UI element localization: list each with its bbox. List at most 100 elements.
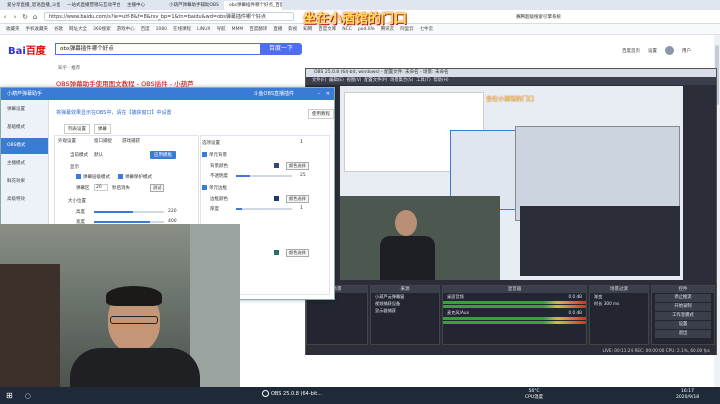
right-tab-label[interactable]: 赛腾超级搜索引擎系统 [516, 14, 561, 20]
bookmark-item[interactable]: 收藏夹 [6, 26, 20, 32]
minimize-icon[interactable]: – [318, 88, 321, 100]
subtab[interactable]: 列表设置 [64, 124, 90, 134]
border-width-slider[interactable] [236, 208, 292, 210]
scroll-seconds-input[interactable]: 20 [94, 184, 108, 191]
bookmark-item[interactable]: 直播 [273, 26, 282, 32]
subtabs: 列表设置 弹幕 [64, 124, 113, 134]
back-icon[interactable]: ‹ [0, 13, 10, 21]
stop-stream-button[interactable]: 停止推流 [655, 294, 711, 302]
bookmark-item[interactable]: LINUX [197, 27, 211, 32]
settings-button[interactable]: 设置 [655, 321, 711, 329]
menu-item[interactable]: 视图(V) [347, 78, 362, 83]
panel-title: 场景过渡 [590, 286, 648, 293]
pick-color-button[interactable]: 颜色选择 [286, 249, 309, 257]
subtab[interactable]: 弹幕 [93, 124, 111, 134]
source-item[interactable]: 视频捕获设备 [371, 300, 439, 307]
menu-item[interactable]: 编辑(E) [329, 78, 344, 83]
logo-text-cn: 百度 [25, 46, 46, 57]
opacity-label: 不透明度 [210, 174, 228, 179]
sidebar-item[interactable]: 基础模式 [1, 120, 48, 136]
menu-item[interactable]: 场景集合(S) [390, 78, 413, 83]
opacity-slider[interactable] [236, 175, 292, 177]
start-recording-button[interactable]: 开始录制 [655, 303, 711, 311]
exit-button[interactable]: 退出 [655, 330, 711, 338]
option[interactable]: 窗口捕捉 [94, 138, 112, 144]
studio-mode-button[interactable]: 工作室模式 [655, 312, 711, 320]
sidebar-item-obs[interactable]: OBS模式 [1, 138, 48, 154]
source-item[interactable]: 显示器捕获 [371, 307, 439, 314]
sidebar-item[interactable]: 主播模式 [1, 156, 48, 172]
avatar[interactable] [665, 46, 674, 55]
close-icon[interactable]: ✕ [326, 88, 330, 100]
username-link[interactable]: 用户 [682, 48, 691, 54]
border-checkbox[interactable]: 单元边框 [202, 185, 227, 191]
test-button[interactable]: 测试 [150, 184, 165, 192]
mode-value[interactable]: 默认 [94, 152, 103, 158]
browser-tab[interactable]: 主播中心 [122, 1, 150, 10]
bookmark-item[interactable]: 游戏中心 [117, 26, 135, 32]
bookmark-item[interactable]: 手机收藏夹 [26, 26, 49, 32]
bookmark-item[interactable]: pod.life [358, 27, 375, 32]
browser-tab[interactable]: 一站式直播营销与互动平台 [62, 1, 120, 10]
bookmark-item[interactable]: 百度翻译 [249, 26, 267, 32]
bookmark-item[interactable]: 360搜索 [93, 26, 111, 32]
option[interactable]: 游戏捕获 [122, 138, 140, 144]
duration-field[interactable]: 时长 300 ms [590, 300, 648, 307]
browser-tab[interactable]: 小葫芦弹幕助手辅助OBS [164, 1, 222, 10]
pick-color-button[interactable]: 颜色选择 [286, 162, 309, 170]
bookmark-item[interactable]: MMM [232, 27, 244, 32]
browser-tab[interactable] [152, 1, 162, 10]
obs-taskbar-item[interactable]: OBS 25.0.8 (64-bit... [262, 390, 322, 397]
sidebar-item[interactable]: 高级特效 [1, 192, 48, 208]
mode-radio[interactable]: 弹幕保护模式 [118, 174, 152, 180]
forward-icon[interactable]: › [10, 13, 20, 21]
obs-task-label: OBS 25.0.8 (64-bit... [271, 390, 322, 397]
menu-item[interactable]: 配置文件(P) [364, 78, 387, 83]
apply-template-button[interactable]: 应用模板 [150, 151, 176, 159]
bookmark-item[interactable]: 七牛云 [420, 26, 434, 32]
bookmark-item[interactable]: 影视 [288, 26, 297, 32]
browser-tab[interactable]: 爱分享直播_思语直播_斗鱼直播 [2, 1, 60, 10]
source-item[interactable]: 小葫芦云弹幕窗 [371, 293, 439, 300]
opacity-value: 25 [300, 173, 306, 178]
mixer-channel-name: 麦克风/Aux 0.0 dB [447, 310, 582, 315]
sidebar-item[interactable]: 弹幕设置 [1, 102, 48, 118]
search-input[interactable]: obs弹幕插件哪个好点 [55, 43, 260, 55]
obs-title: OBS 25.0.8 (64-bit, windows) - 配置文件: 未命名… [306, 69, 716, 77]
section-title: 外观设置 [58, 139, 76, 144]
bookmark-item[interactable]: 谷歌 [54, 26, 63, 32]
pick-color-button[interactable]: 颜色选择 [286, 195, 309, 203]
menu-item[interactable]: 帮助(H) [433, 78, 448, 83]
bookmark-item[interactable]: NCC [342, 27, 352, 32]
settings-link[interactable]: 设置 [648, 48, 657, 54]
homepage-link[interactable]: 百度首页 [622, 48, 640, 54]
glasses [110, 316, 158, 324]
bookmark-item[interactable]: 1080 [156, 27, 167, 32]
sidebar-item[interactable]: 鲜花效果 [1, 174, 48, 190]
search-icon[interactable]: ○ [25, 392, 31, 400]
section-title: 选项设置 [202, 141, 220, 146]
bookmark-item[interactable]: 百度 [141, 26, 150, 32]
refresh-icon[interactable]: ↻ [20, 13, 30, 21]
start-icon[interactable]: ⊞ [6, 391, 13, 400]
mode-radio[interactable]: 弹幕层级模式 [76, 174, 110, 180]
obs-icon [262, 390, 269, 397]
tutorial-button[interactable]: 使用教程 [308, 109, 334, 119]
menu-item[interactable]: 文件(F) [312, 78, 326, 83]
bookmark-item[interactable]: 导航 [217, 26, 226, 32]
transition-select[interactable]: 渐变 [590, 293, 648, 300]
menu-item[interactable]: 工具(T) [416, 78, 431, 83]
bookmark-item[interactable]: 在线课程 [173, 26, 191, 32]
system-clock[interactable]: 16:17 2020/9/18 [676, 389, 699, 401]
height-slider[interactable] [94, 211, 164, 213]
search-button[interactable]: 百度一下 [260, 43, 302, 55]
url-input[interactable]: https://www.baidu.com/s?ie=utf-8&f=8&rsv… [44, 12, 294, 21]
bookmark-item[interactable]: 网址大全 [69, 26, 87, 32]
bg-checkbox[interactable]: 单元背景 [202, 152, 227, 158]
width-slider[interactable] [94, 221, 164, 223]
baidu-logo[interactable]: Bai百度 [8, 42, 46, 57]
home-icon[interactable]: ⌂ [30, 13, 40, 21]
browser-tab-active[interactable]: obs弹幕插件哪个好点_百度搜索 [224, 0, 282, 10]
obs-preview[interactable]: 坐在小酒馆的门口 [340, 86, 683, 280]
cpu-temp-widget: 56°C CPU温度 [525, 389, 543, 401]
